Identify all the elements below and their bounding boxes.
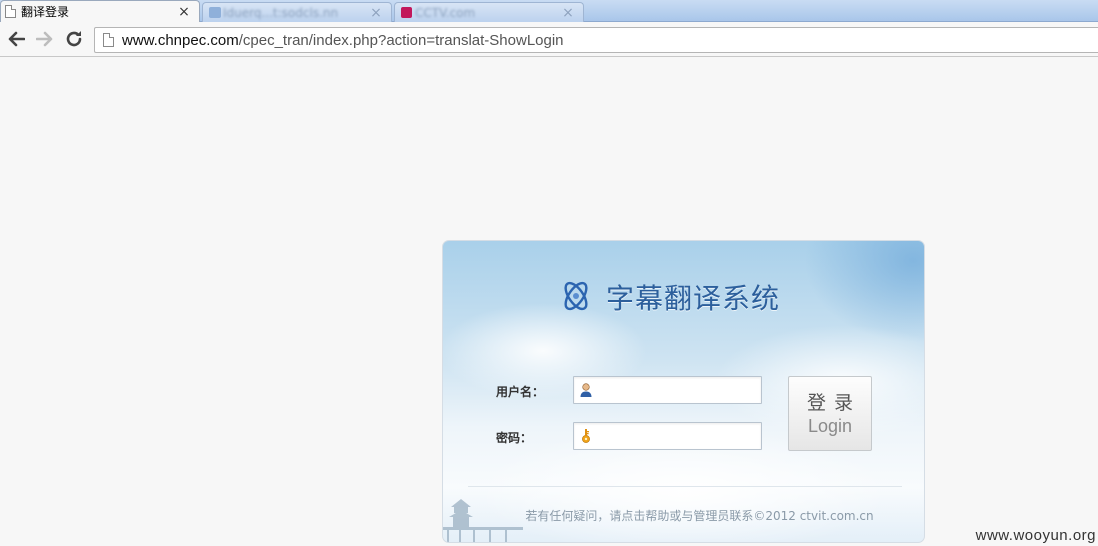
address-bar[interactable]: www.chnpec.com/cpec_tran/index.php?actio… bbox=[94, 27, 1098, 53]
tab-title: 翻译登录 bbox=[21, 5, 70, 19]
tab-title: CCTV.com bbox=[415, 5, 476, 20]
favicon-icon bbox=[209, 7, 221, 18]
login-button-label-en: Login bbox=[807, 415, 853, 436]
username-field[interactable] bbox=[573, 376, 762, 404]
reload-icon[interactable] bbox=[63, 28, 85, 50]
key-icon bbox=[582, 429, 590, 443]
system-title: 字幕翻译系统 bbox=[606, 282, 781, 315]
browser-toolbar: www.chnpec.com/cpec_tran/index.php?actio… bbox=[0, 23, 1098, 57]
back-arrow-icon[interactable] bbox=[5, 28, 27, 50]
watermark: www.wooyun.org bbox=[975, 527, 1096, 544]
password-input[interactable] bbox=[596, 426, 756, 446]
page-icon bbox=[5, 5, 16, 18]
login-button[interactable]: 登录 Login bbox=[788, 376, 872, 451]
url-path: /cpec_tran/index.php?action=translat-Sho… bbox=[238, 31, 564, 49]
user-icon bbox=[580, 383, 592, 397]
username-label: 用户名： bbox=[496, 385, 545, 399]
close-icon[interactable]: × bbox=[369, 6, 383, 20]
login-panel: 字幕翻译系统 用户名： 密码： 登录 Login 若有任何疑问，请点击帮助或与管… bbox=[442, 240, 925, 543]
atom-logo-icon bbox=[564, 281, 588, 311]
forward-arrow-icon[interactable] bbox=[34, 28, 56, 50]
divider bbox=[468, 486, 902, 487]
footer-text: 若有任何疑问，请点击帮助或与管理员联系©2012 ctvit.com.cn bbox=[525, 509, 874, 523]
tab-translation-login[interactable]: 翻译登录 × bbox=[0, 0, 200, 22]
close-icon[interactable]: × bbox=[177, 5, 191, 19]
url-host: www.chnpec.com bbox=[122, 31, 239, 49]
tab-title: Iduerq...t:sodcls.nn bbox=[223, 5, 339, 20]
page-icon bbox=[103, 33, 114, 47]
password-label: 密码： bbox=[496, 431, 533, 445]
favicon-icon bbox=[401, 7, 412, 18]
tab-inactive-1[interactable]: Iduerq...t:sodcls.nn × bbox=[202, 2, 392, 22]
close-icon[interactable]: × bbox=[561, 6, 575, 20]
login-button-label-cn: 登录 bbox=[806, 391, 861, 414]
tab-strip: 翻译登录 × Iduerq...t:sodcls.nn × CCTV.com × bbox=[0, 0, 1098, 22]
tab-inactive-2[interactable]: CCTV.com × bbox=[394, 2, 584, 22]
password-field[interactable] bbox=[573, 422, 762, 450]
url-text: www.chnpec.com/cpec_tran/index.php?actio… bbox=[122, 32, 564, 49]
username-input[interactable] bbox=[596, 380, 756, 400]
